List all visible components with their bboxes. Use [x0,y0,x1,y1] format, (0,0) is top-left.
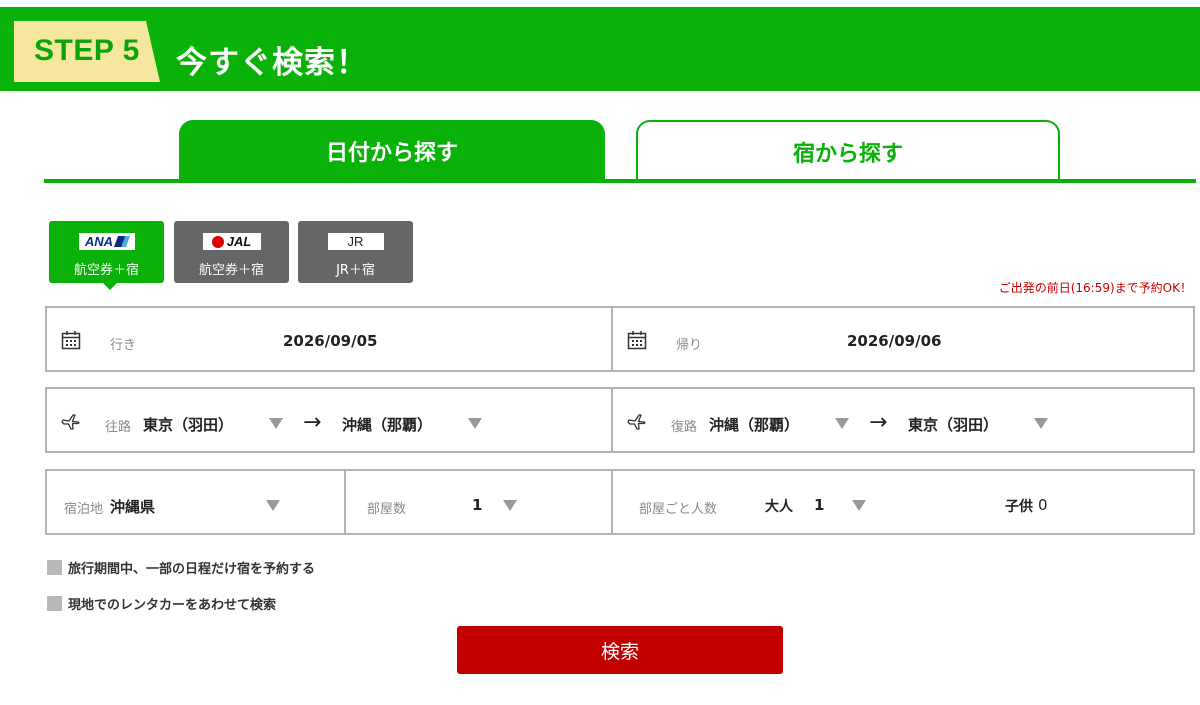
page-title: 今すぐ検索！ [176,45,368,81]
depart-date-value: 2026/09/05 [283,332,378,350]
active-mode-pointer [102,282,118,290]
mode-jal-flight-hotel-button[interactable]: JAL 航空券＋宿 [174,221,289,283]
jal-logo: JAL [202,233,261,250]
step-header: STEP 5 今すぐ検索！ [0,7,1200,91]
return-date-field[interactable]: 帰り 2026/09/06 [611,308,1193,370]
people-per-room-field: 部屋ごと人数 大人 1 子供 0 [611,471,1193,533]
stay-location-value: 沖縄県 [110,498,156,516]
partial-stay-option[interactable]: 旅行期間中、一部の日程だけ宿を予約する [47,558,315,577]
partial-stay-label: 旅行期間中、一部の日程だけ宿を予約する [68,562,316,577]
airplane-icon [61,414,80,430]
calendar-icon [61,331,81,350]
stay-row: 宿泊地 沖縄県 部屋数 1 部屋ごと人数 大人 1 子供 0 [45,469,1195,535]
mode-label: JR＋宿 [336,263,375,278]
outbound-from-select[interactable]: 東京（羽田） [143,414,233,435]
chevron-down-icon[interactable] [269,418,283,429]
jr-logo: JR [327,233,384,250]
tab-underline [44,179,1196,183]
children-label: 子供 [1005,499,1033,515]
return-route-label: 復路 [671,420,698,435]
search-button[interactable]: 検索 [457,626,783,674]
people-per-room-label: 部屋ごと人数 [639,502,718,517]
airplane-icon [627,414,646,430]
calendar-icon [627,331,647,350]
outbound-route-field: 往路 東京（羽田） → 沖縄（那覇） [47,389,611,451]
route-row: 往路 東京（羽田） → 沖縄（那覇） 復路 沖縄（那覇） → 東京（羽田） [45,387,1195,453]
mode-label: 航空券＋宿 [73,263,139,278]
rooms-label: 部屋数 [367,502,407,517]
stay-location-field[interactable]: 宿泊地 沖縄県 [47,471,344,533]
return-to-select[interactable]: 東京（羽田） [908,414,998,435]
rooms-field[interactable]: 部屋数 1 [344,471,611,533]
chevron-down-icon[interactable] [503,500,517,511]
adults-label: 大人 [765,499,793,515]
return-label: 帰り [676,338,703,353]
depart-date-field[interactable]: 行き 2026/09/05 [47,308,611,370]
step-number: STEP 5 [34,34,140,67]
children-value[interactable]: 0 [1038,496,1048,514]
arrow-right-icon: → [869,410,888,435]
chevron-down-icon[interactable] [852,500,866,511]
tab-search-by-date[interactable]: 日付から探す [179,120,605,182]
mode-label: 航空券＋宿 [198,263,264,278]
booking-deadline-notice: ご出発の前日(16:59)まで予約OK！ [998,281,1192,295]
stay-location-label: 宿泊地 [64,502,104,517]
chevron-down-icon[interactable] [1034,418,1048,429]
chevron-down-icon[interactable] [468,418,482,429]
ana-logo: ANA [78,233,135,250]
chevron-down-icon[interactable] [835,418,849,429]
outbound-label: 往路 [105,420,132,435]
tab-search-by-hotel[interactable]: 宿から探す [636,120,1060,182]
rooms-value: 1 [472,496,483,514]
mode-ana-flight-hotel-button[interactable]: ANA 航空券＋宿 [49,221,164,283]
partial-stay-checkbox[interactable] [47,560,62,575]
outbound-to-select[interactable]: 沖縄（那覇） [342,414,432,435]
return-from-select[interactable]: 沖縄（那覇） [709,414,799,435]
rental-car-label: 現地でのレンタカーをあわせて検索 [68,598,277,613]
date-row: 行き 2026/09/05 帰り 2026/09/06 [45,306,1195,372]
chevron-down-icon[interactable] [266,500,280,511]
adults-select[interactable]: 1 [814,496,824,514]
arrow-right-icon: → [303,410,322,435]
rental-car-option[interactable]: 現地でのレンタカーをあわせて検索 [47,594,276,613]
return-date-value: 2026/09/06 [847,332,942,350]
return-route-field: 復路 沖縄（那覇） → 東京（羽田） [611,389,1193,451]
depart-label: 行き [110,338,137,353]
rental-car-checkbox[interactable] [47,596,62,611]
mode-jr-hotel-button[interactable]: JR JR＋宿 [298,221,413,283]
